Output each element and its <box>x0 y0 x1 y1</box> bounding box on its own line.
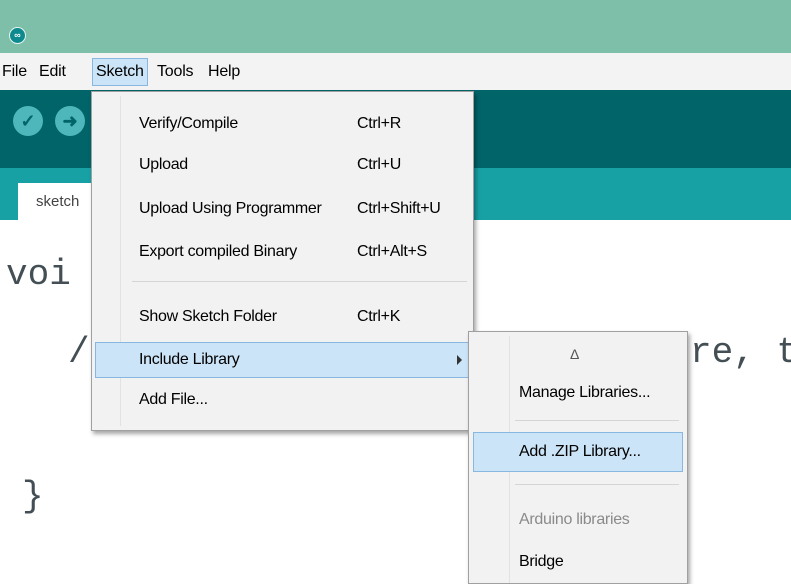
menu-item-upload[interactable]: Upload Ctrl+U <box>95 148 469 182</box>
menu-item-shortcut: Ctrl+Shift+U <box>357 200 441 217</box>
menu-item-show-sketch-folder[interactable]: Show Sketch Folder Ctrl+K <box>95 300 469 334</box>
menu-item-shortcut: Ctrl+U <box>357 156 401 173</box>
check-icon: ✓ <box>20 111 36 131</box>
menu-separator <box>132 281 467 282</box>
verify-button[interactable]: ✓ <box>13 106 43 136</box>
submenu-item-manage-libraries[interactable]: Manage Libraries... <box>473 374 681 412</box>
menu-item-label: Show Sketch Folder <box>139 308 277 325</box>
menu-edit[interactable]: Edit <box>39 60 66 84</box>
menu-item-add-file[interactable]: Add File... <box>95 383 469 417</box>
menu-item-label: Include Library <box>139 351 240 368</box>
sketch-menu: Verify/Compile Ctrl+R Upload Ctrl+U Uplo… <box>91 91 474 431</box>
upload-button[interactable]: ➜ <box>55 106 85 136</box>
submenu-item-label: Add .ZIP Library... <box>519 443 641 460</box>
submenu-item-label: Bridge <box>519 553 564 570</box>
scroll-up-icon[interactable]: Δ <box>570 346 579 362</box>
code-line-brace: } <box>22 476 44 517</box>
submenu-separator <box>515 420 679 421</box>
title-bar: ∞ <box>0 0 791 53</box>
arduino-logo-icon: ∞ <box>9 27 26 44</box>
menu-item-label: Add File... <box>139 391 208 408</box>
submenu-arrow-icon <box>457 355 462 365</box>
menu-item-upload-using-programmer[interactable]: Upload Using Programmer Ctrl+Shift+U <box>95 192 469 226</box>
code-line-comment-tail: re, t <box>690 332 791 373</box>
submenu-separator <box>515 484 679 485</box>
menu-item-label: Upload Using Programmer <box>139 200 322 217</box>
menu-item-label: Export compiled Binary <box>139 243 297 260</box>
code-line-comment: / <box>68 332 90 373</box>
menu-sketch[interactable]: Sketch <box>92 58 148 86</box>
include-library-submenu: Δ Manage Libraries... Add .ZIP Library..… <box>468 331 688 584</box>
menu-item-shortcut: Ctrl+K <box>357 308 401 325</box>
submenu-item-label: Arduino libraries <box>519 511 630 528</box>
menu-item-label: Upload <box>139 156 188 173</box>
menu-item-shortcut: Ctrl+Alt+S <box>357 243 427 260</box>
menu-item-include-library[interactable]: Include Library <box>95 342 469 378</box>
menu-file[interactable]: File <box>2 60 27 84</box>
submenu-item-label: Manage Libraries... <box>519 384 651 401</box>
menu-item-label: Verify/Compile <box>139 115 238 132</box>
menu-help[interactable]: Help <box>208 60 240 84</box>
submenu-header-arduino-libraries: Arduino libraries <box>473 501 681 539</box>
tab-sketch[interactable]: sketch <box>18 183 98 220</box>
menu-item-shortcut: Ctrl+R <box>357 115 401 132</box>
menu-item-verify-compile[interactable]: Verify/Compile Ctrl+R <box>95 107 469 141</box>
menu-item-export-compiled-binary[interactable]: Export compiled Binary Ctrl+Alt+S <box>95 235 469 269</box>
submenu-item-add-zip-library[interactable]: Add .ZIP Library... <box>473 432 683 472</box>
menu-tools[interactable]: Tools <box>157 60 194 84</box>
arrow-right-icon: ➜ <box>62 111 78 131</box>
submenu-item-bridge[interactable]: Bridge <box>473 543 681 581</box>
code-line-void: voi <box>6 254 71 295</box>
menu-bar: File Edit Sketch Tools Help <box>0 53 791 90</box>
